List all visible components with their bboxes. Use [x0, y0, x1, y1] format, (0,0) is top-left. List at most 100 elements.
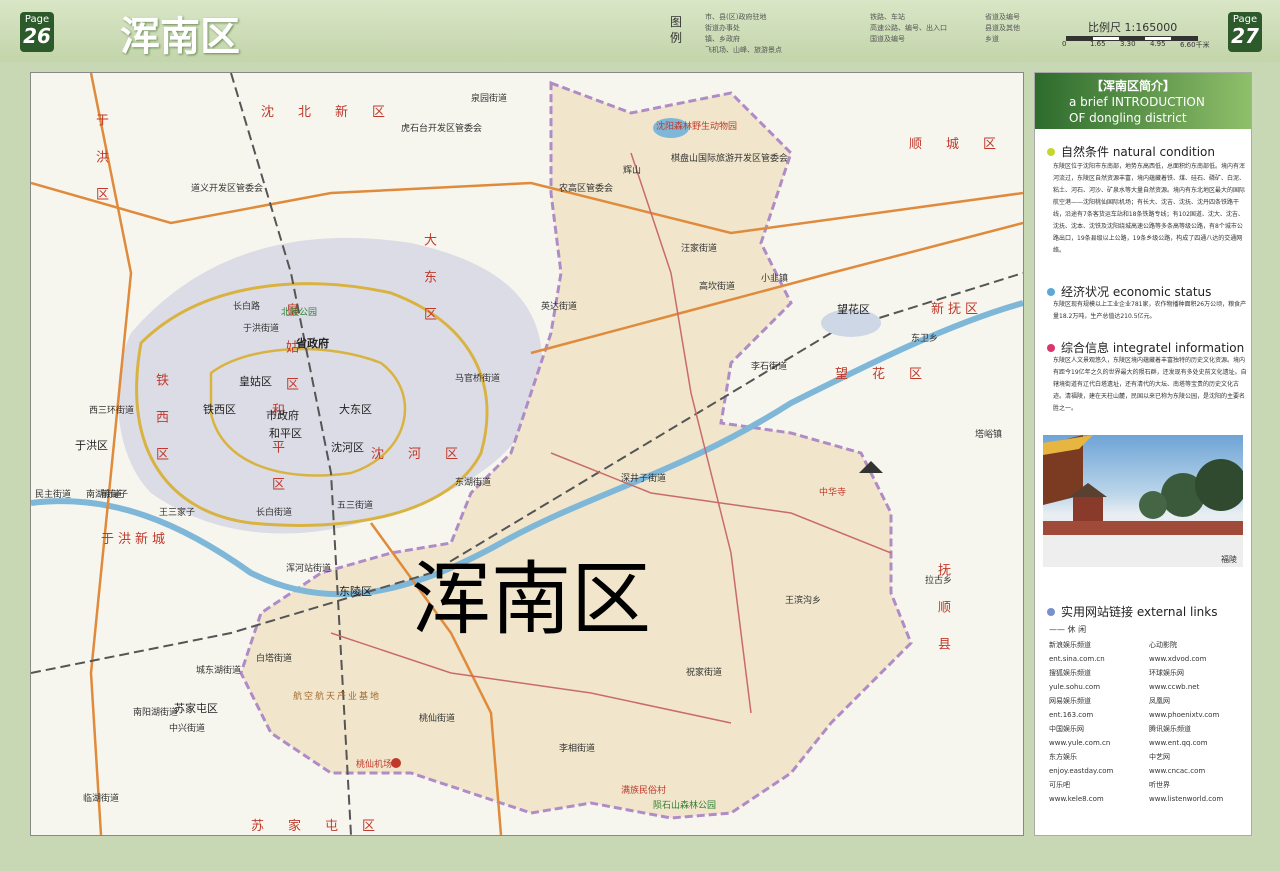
- intro-subtitle: OF dongling district: [1069, 111, 1187, 125]
- place-label: 农高区管委会: [559, 184, 614, 194]
- legend-col-2: 铁路、车站 高速公路、编号、出入口 国道及编号: [870, 12, 947, 45]
- link-url[interactable]: www.xdvod.com: [1149, 652, 1245, 666]
- place-label: 桃仙机场: [356, 760, 393, 770]
- place-label: 白塔街道: [256, 654, 293, 664]
- place-label: 航空航天产业基地: [293, 692, 382, 702]
- legend-item: 街道办事处: [705, 24, 740, 32]
- place-label: 市政府: [266, 409, 299, 422]
- place-label: 英达街道: [541, 302, 578, 312]
- link-url[interactable]: www.listenworld.com: [1149, 792, 1245, 806]
- bullet-icon: [1047, 148, 1055, 156]
- link-url[interactable]: yule.sohu.com: [1049, 680, 1145, 694]
- place-label: 于洪街道: [243, 324, 280, 334]
- section-title-text: 综合信息 integratel information: [1061, 341, 1245, 355]
- legend-item: 国道及编号: [870, 35, 905, 43]
- photo-caption: 福陵: [1221, 555, 1237, 564]
- page-title: 浑南区: [120, 14, 240, 60]
- main-district-label: 浑南区: [411, 553, 651, 646]
- legend-item: 铁路、车站: [870, 13, 905, 21]
- link-url[interactable]: www.ccwb.net: [1149, 680, 1245, 694]
- place-label: 于洪区: [75, 439, 108, 452]
- place-label: 东卫乡: [911, 334, 939, 344]
- place-label: 长白路: [233, 302, 261, 312]
- link-text: 心动影院: [1149, 641, 1177, 649]
- place-label: 小韭镇: [761, 274, 789, 284]
- section-title-links: 实用网站链接 external links: [1047, 603, 1217, 620]
- place-label: 中华寺: [819, 488, 847, 498]
- link-text: 凤凰网: [1149, 697, 1170, 705]
- link-url[interactable]: www.phoenixtv.com: [1149, 708, 1245, 722]
- legend-item: 县道及其他: [985, 24, 1020, 32]
- section-title-text: 自然条件 natural condition: [1061, 145, 1216, 159]
- district-label-yuhongxc: 于洪新城: [101, 532, 170, 547]
- link-text: 可乐吧: [1049, 781, 1070, 789]
- atlas-header: Page 26 浑南区 图例 市、县(区)政府驻地 街道办事处 镇、乡政府 飞机…: [0, 0, 1280, 62]
- scale-tick: 6.60千米: [1180, 41, 1210, 49]
- place-label: 拉古乡: [925, 576, 953, 586]
- place-label: 高坎街道: [699, 282, 736, 292]
- info-sidebar: 【浑南区简介】 a brief INTRODUCTION OF dongling…: [1034, 72, 1252, 836]
- place-label: 和平区: [269, 427, 302, 440]
- intro-title: 【浑南区简介】: [1091, 79, 1176, 93]
- place-label: 中兴街道: [169, 724, 206, 734]
- link-url[interactable]: www.yule.com.cn: [1049, 736, 1145, 750]
- district-label-sujiatun: 苏家屯区: [251, 819, 400, 834]
- section-text-info: 东陵区人文景观悠久，东陵区境内蕴藏着丰富独特的历史文化资源。境内有距今19亿年之…: [1053, 357, 1247, 412]
- place-label: 王滨沟乡: [785, 596, 822, 606]
- section-title-text: 实用网站链接 external links: [1061, 605, 1218, 619]
- place-label: 西三环街道: [89, 406, 135, 416]
- legend-item: 乡道: [985, 35, 999, 43]
- place-label: 汪家街道: [681, 244, 718, 254]
- place-label: 王三家子: [159, 508, 196, 518]
- link-text: 东方娱乐: [1049, 753, 1077, 761]
- district-label-shenbei: 沈北新区: [261, 105, 410, 120]
- place-label: 李石街道: [751, 362, 788, 372]
- district-label-wanghua: 望花区: [835, 367, 947, 382]
- bullet-icon: [1047, 608, 1055, 616]
- district-map[interactable]: 于洪区 沈北新区 皇姑区 大东区 铁西区 和平区 沈河区 顺城区 望花区 抚顺县…: [30, 72, 1024, 836]
- place-label: 陨石山森林公园: [653, 801, 717, 811]
- page-badge-right: Page 27: [1228, 12, 1262, 52]
- link-url[interactable]: enjoy.eastday.com: [1049, 764, 1145, 778]
- place-label: 虎石台开发区管委会: [401, 124, 483, 134]
- links-list: 新浪娱乐频道 心动影院 ent.sina.com.cn www.xdvod.com …: [1049, 638, 1245, 806]
- link-url[interactable]: www.kele8.com: [1049, 792, 1145, 806]
- place-label: 五三街道: [337, 501, 374, 511]
- section-text-natural: 东陵区位于沈阳市东南部，地势东高西低，总面积约东南部低。境内有浑河流过，东陵区自…: [1053, 163, 1246, 254]
- legend-item: 高速公路、编号、出入口: [870, 24, 947, 32]
- link-url[interactable]: ent.163.com: [1049, 708, 1145, 722]
- legend-item: 市、县(区)政府驻地: [705, 13, 767, 21]
- link-url[interactable]: ent.sina.com.cn: [1049, 652, 1145, 666]
- district-label-shuncheng: 顺城区: [909, 137, 1021, 152]
- intro-subtitle: a brief INTRODUCTION: [1069, 95, 1205, 109]
- page-number: 26: [23, 24, 51, 48]
- section-title-natural: 自然条件 natural condition: [1047, 143, 1215, 160]
- link-text: 腾讯娱乐频道: [1149, 725, 1191, 733]
- legend-item: 省道及编号: [985, 13, 1020, 21]
- place-label: 民主街道: [35, 490, 72, 500]
- place-label: 深井子街道: [621, 474, 667, 484]
- legend-col-1: 市、县(区)政府驻地 街道办事处 镇、乡政府 飞机场、山峰、旅游景点: [705, 12, 782, 56]
- page-number: 27: [1231, 24, 1259, 48]
- fuling-photo-art: [1043, 435, 1243, 567]
- place-label: 望花区: [837, 303, 870, 316]
- place-label: 泉园街道: [471, 94, 508, 104]
- place-label: 临湖街道: [83, 794, 120, 804]
- scale-tick: 4.95: [1150, 40, 1166, 48]
- place-label: 苏家屯区: [174, 702, 218, 715]
- link-url[interactable]: www.cncac.com: [1149, 764, 1245, 778]
- bullet-icon: [1047, 344, 1055, 352]
- district-label-dadong: 大东区: [421, 233, 436, 344]
- section-title-info: 综合信息 integratel information: [1047, 339, 1244, 356]
- legend-item: 飞机场、山峰、旅游景点: [705, 46, 782, 54]
- link-url[interactable]: www.ent.qq.com: [1149, 736, 1245, 750]
- place-label: 铁西区: [203, 403, 236, 416]
- place-label: 省政府: [296, 337, 329, 350]
- place-label: 祝家街道: [686, 668, 723, 678]
- link-text: 中国娱乐网: [1049, 725, 1084, 733]
- legend-col-3: 省道及编号 县道及其他 乡道: [985, 12, 1020, 45]
- place-label: 南阳湖街道: [133, 708, 179, 718]
- section-text-economic: 东陵区现有规模以上工业企业781家，农作物播种面积26万公顷，粮食产量18.2万…: [1053, 301, 1247, 320]
- fuling-photo: 福陵: [1043, 435, 1243, 567]
- highway: [31, 181, 1023, 235]
